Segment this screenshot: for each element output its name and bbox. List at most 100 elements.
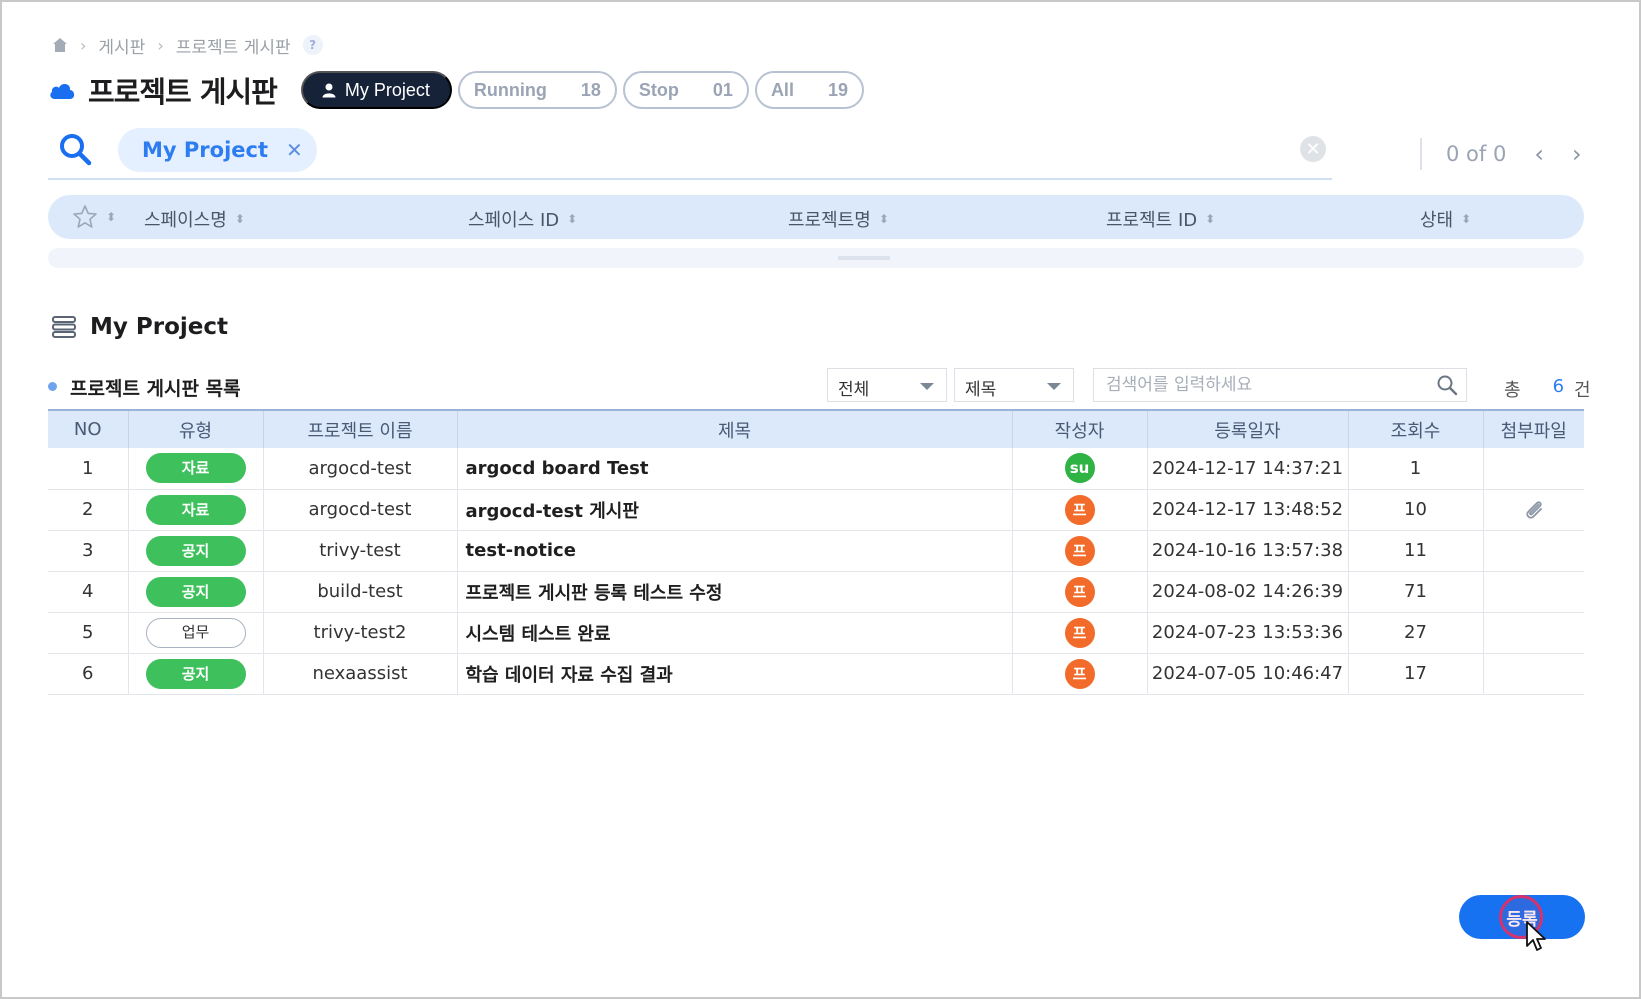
header-attachment: 첨부파일 <box>1483 409 1584 448</box>
row-project: trivy-test <box>263 530 458 572</box>
column-space-id[interactable]: 스페이스 ID ⬍ <box>468 206 577 232</box>
filter-running-count: 18 <box>580 79 601 100</box>
cloud-icon <box>50 84 75 99</box>
prev-page-icon[interactable]: ‹ <box>1534 140 1544 168</box>
person-icon <box>322 83 336 98</box>
header-author: 작성자 <box>1012 409 1148 448</box>
column-space-name-label: 스페이스명 <box>144 210 227 231</box>
breadcrumb-item-project-board[interactable]: 프로젝트 게시판 <box>176 33 291 58</box>
sort-icon[interactable]: ⬍ <box>567 213 577 225</box>
field-select[interactable]: 제목 <box>954 368 1074 402</box>
empty-results-area <box>48 248 1584 268</box>
row-date: 2024-10-16 13:57:38 <box>1147 530 1349 572</box>
row-attachment <box>1483 489 1584 531</box>
total-number: 6 <box>1552 376 1565 397</box>
next-page-icon[interactable]: › <box>1572 140 1582 168</box>
search-icon[interactable] <box>58 132 92 166</box>
project-search-bar[interactable]: My Project ✕ ✕ <box>48 124 1332 180</box>
favorite-column[interactable]: ⬍ <box>72 204 116 230</box>
row-views: 1 <box>1348 448 1484 490</box>
row-no: 6 <box>48 653 129 695</box>
author-avatar: su <box>1064 453 1095 484</box>
row-subject-link[interactable]: 시스템 테스트 완료 <box>457 612 1013 654</box>
row-attachment <box>1483 448 1584 490</box>
table-row[interactable]: 4 공지 build-test 프로젝트 게시판 등록 테스트 수정 프 202… <box>48 571 1584 613</box>
resize-handle[interactable] <box>838 256 890 260</box>
scope-select-value: 전체 <box>838 380 870 400</box>
header-date: 등록일자 <box>1147 409 1349 448</box>
row-subject-link[interactable]: 프로젝트 게시판 등록 테스트 수정 <box>457 571 1013 613</box>
sort-icon[interactable]: ⬍ <box>106 211 116 223</box>
table-row[interactable]: 1 자료 argocd-test argocd board Test su 20… <box>48 448 1584 490</box>
row-date: 2024-07-05 10:46:47 <box>1147 653 1349 695</box>
row-subject-link[interactable]: argocd-test 게시판 <box>457 489 1013 531</box>
scope-select[interactable]: 전체 <box>827 368 947 402</box>
sort-icon[interactable]: ⬍ <box>235 213 245 225</box>
section-title: My Project <box>52 314 228 340</box>
row-date: 2024-07-23 13:53:36 <box>1147 612 1349 654</box>
breadcrumb-item-board[interactable]: 게시판 <box>98 33 145 58</box>
column-space-id-label: 스페이스 ID <box>468 210 560 231</box>
total-prefix: 총 <box>1504 380 1521 401</box>
board-list-label: 프로젝트 게시판 목록 <box>70 378 241 400</box>
table-header-row: NO 유형 프로젝트 이름 제목 작성자 등록일자 조회수 첨부파일 <box>48 409 1584 448</box>
filter-my-project-label: My Project <box>344 79 430 100</box>
row-no: 1 <box>48 448 129 490</box>
project-column-header: ⬍ 스페이스명 ⬍ 스페이스 ID ⬍ 프로젝트명 ⬍ 프로젝트 ID ⬍ 상태… <box>48 195 1584 239</box>
table-row[interactable]: 3 공지 trivy-test test-notice 프 2024-10-16… <box>48 530 1584 572</box>
type-badge: 자료 <box>145 453 246 484</box>
row-views: 11 <box>1348 530 1484 572</box>
column-status-label: 상태 <box>1420 210 1454 231</box>
type-badge: 공지 <box>145 576 246 607</box>
sort-icon[interactable]: ⬍ <box>1205 213 1215 225</box>
bullet-icon <box>48 382 57 391</box>
star-icon[interactable] <box>72 204 98 230</box>
search-icon[interactable] <box>1436 374 1458 396</box>
header-type: 유형 <box>128 409 264 448</box>
help-icon[interactable]: ? <box>302 35 323 55</box>
filter-stop-button[interactable]: Stop 01 <box>622 71 749 109</box>
row-views: 71 <box>1348 571 1484 613</box>
home-icon[interactable] <box>52 37 68 53</box>
column-space-name[interactable]: 스페이스명 ⬍ <box>144 206 245 232</box>
row-attachment <box>1483 612 1584 654</box>
type-badge: 공지 <box>145 535 246 566</box>
field-select-value: 제목 <box>965 380 997 400</box>
table-row[interactable]: 5 업무 trivy-test2 시스템 테스트 완료 프 2024-07-23… <box>48 612 1584 654</box>
clear-search-icon[interactable]: ✕ <box>1300 136 1326 162</box>
row-no: 4 <box>48 571 129 613</box>
filter-stop-count: 01 <box>712 79 733 100</box>
column-project-id[interactable]: 프로젝트 ID ⬍ <box>1106 206 1215 232</box>
row-attachment <box>1483 530 1584 572</box>
header-views: 조회수 <box>1348 409 1484 448</box>
row-date: 2024-08-02 14:26:39 <box>1147 571 1349 613</box>
database-icon <box>52 316 76 338</box>
caret-down-icon <box>1047 383 1061 390</box>
row-attachment <box>1483 653 1584 695</box>
total-suffix: 건 <box>1574 380 1591 401</box>
table-row[interactable]: 2 자료 argocd-test argocd-test 게시판 프 2024-… <box>48 489 1584 531</box>
caret-down-icon <box>920 383 934 390</box>
filter-running-label: Running <box>473 79 547 100</box>
cursor-icon <box>1526 921 1546 951</box>
sort-icon[interactable]: ⬍ <box>1461 213 1471 225</box>
board-list-toolbar: 프로젝트 게시판 목록 전체 제목 총 6 건 <box>48 368 1591 404</box>
table-row[interactable]: 6 공지 nexaassist 학습 데이터 자료 수집 결과 프 2024-0… <box>48 653 1584 695</box>
row-no: 2 <box>48 489 129 531</box>
filter-my-project-button[interactable]: My Project <box>300 71 452 109</box>
filter-all-button[interactable]: All 19 <box>754 71 864 109</box>
type-badge: 업무 <box>145 617 246 648</box>
row-subject-link[interactable]: test-notice <box>457 530 1013 572</box>
board-search-input[interactable] <box>1093 368 1467 402</box>
filter-running-button[interactable]: Running 18 <box>457 71 617 109</box>
row-subject-link[interactable]: argocd board Test <box>457 448 1013 490</box>
column-status[interactable]: 상태 ⬍ <box>1420 206 1471 232</box>
column-project-name[interactable]: 프로젝트명 ⬍ <box>788 206 889 232</box>
search-chip-label: My Project <box>142 138 268 162</box>
sort-icon[interactable]: ⬍ <box>879 213 889 225</box>
chip-remove-icon[interactable]: ✕ <box>286 138 303 162</box>
row-subject-link[interactable]: 학습 데이터 자료 수집 결과 <box>457 653 1013 695</box>
search-chip-my-project[interactable]: My Project ✕ <box>118 128 317 172</box>
paperclip-icon[interactable] <box>1522 498 1546 522</box>
row-no: 3 <box>48 530 129 572</box>
